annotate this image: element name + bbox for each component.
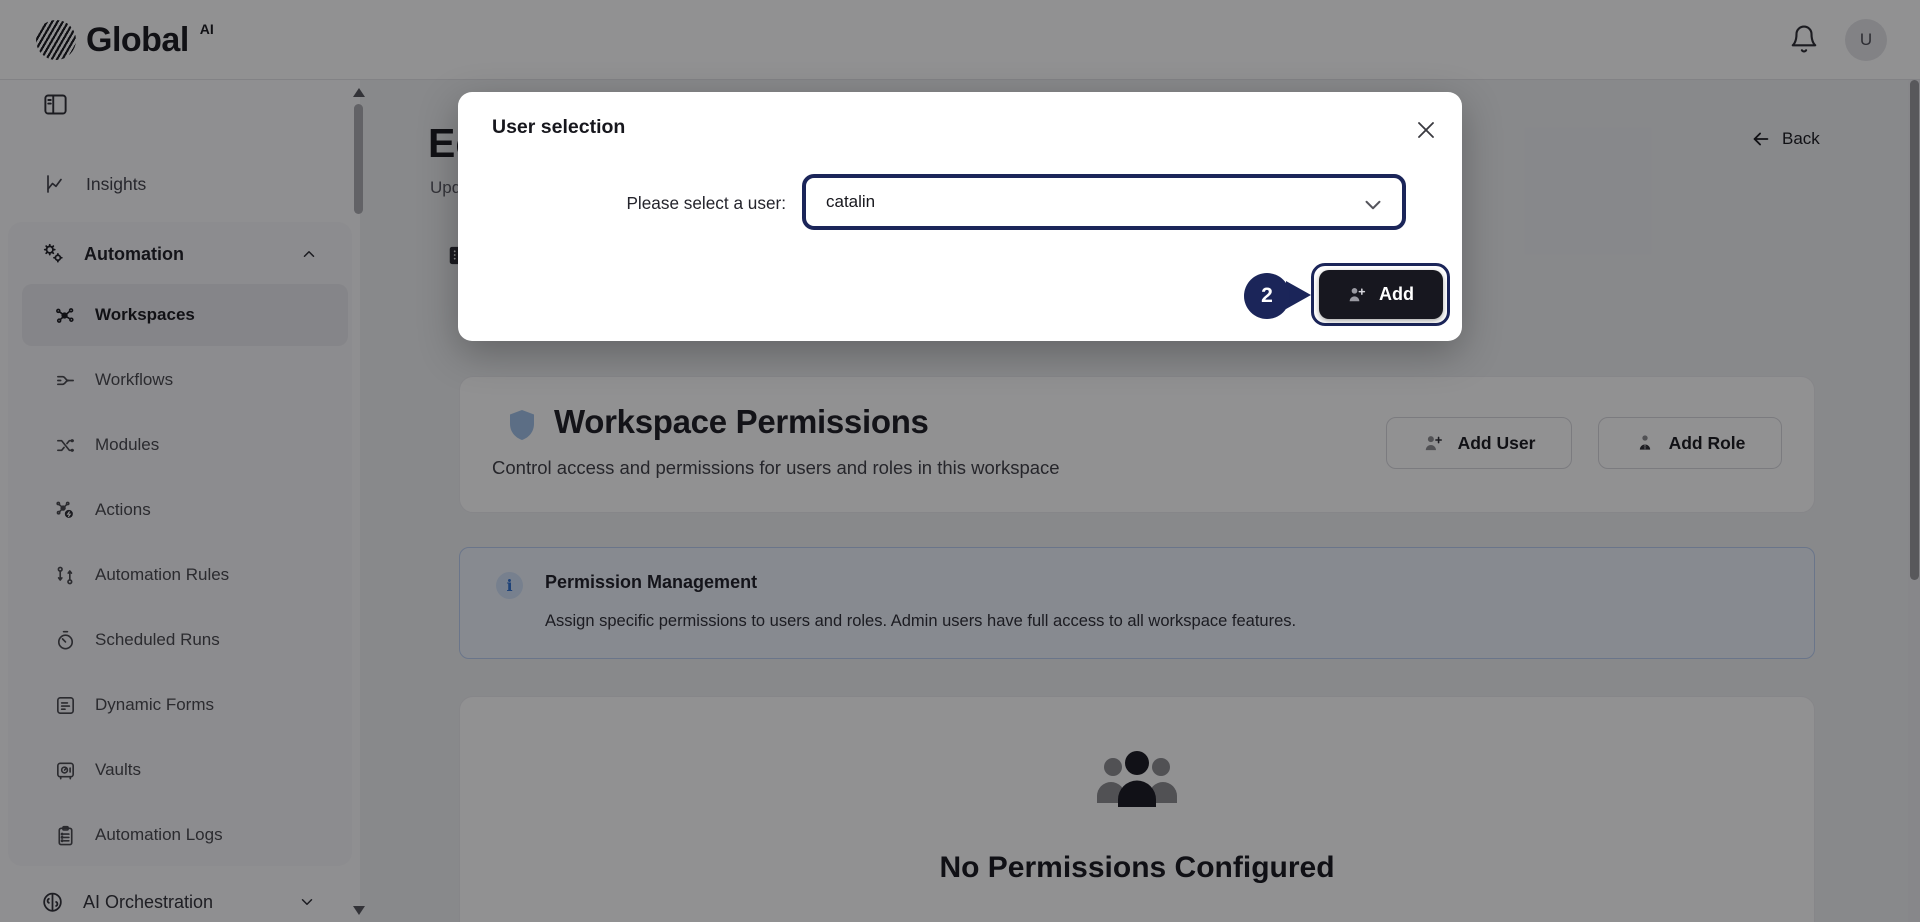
button-label: Add — [1379, 284, 1414, 305]
step-number: 2 — [1261, 284, 1273, 308]
user-plus-icon — [1347, 285, 1367, 305]
user-select-dropdown[interactable]: catalin — [802, 174, 1406, 230]
step-2-annotation-badge: 2 — [1244, 273, 1290, 319]
add-button-highlight-outline: Add — [1311, 263, 1450, 326]
selected-user-value: catalin — [806, 192, 875, 212]
add-button[interactable]: Add — [1319, 270, 1443, 319]
app-root: Global AI U Insights — [0, 0, 1920, 922]
select-user-label: Please select a user: — [458, 193, 786, 214]
close-icon[interactable] — [1410, 114, 1442, 146]
modal-title: User selection — [492, 116, 625, 139]
user-selection-modal: User selection Please select a user: cat… — [458, 92, 1462, 341]
chevron-down-icon — [1360, 192, 1386, 218]
